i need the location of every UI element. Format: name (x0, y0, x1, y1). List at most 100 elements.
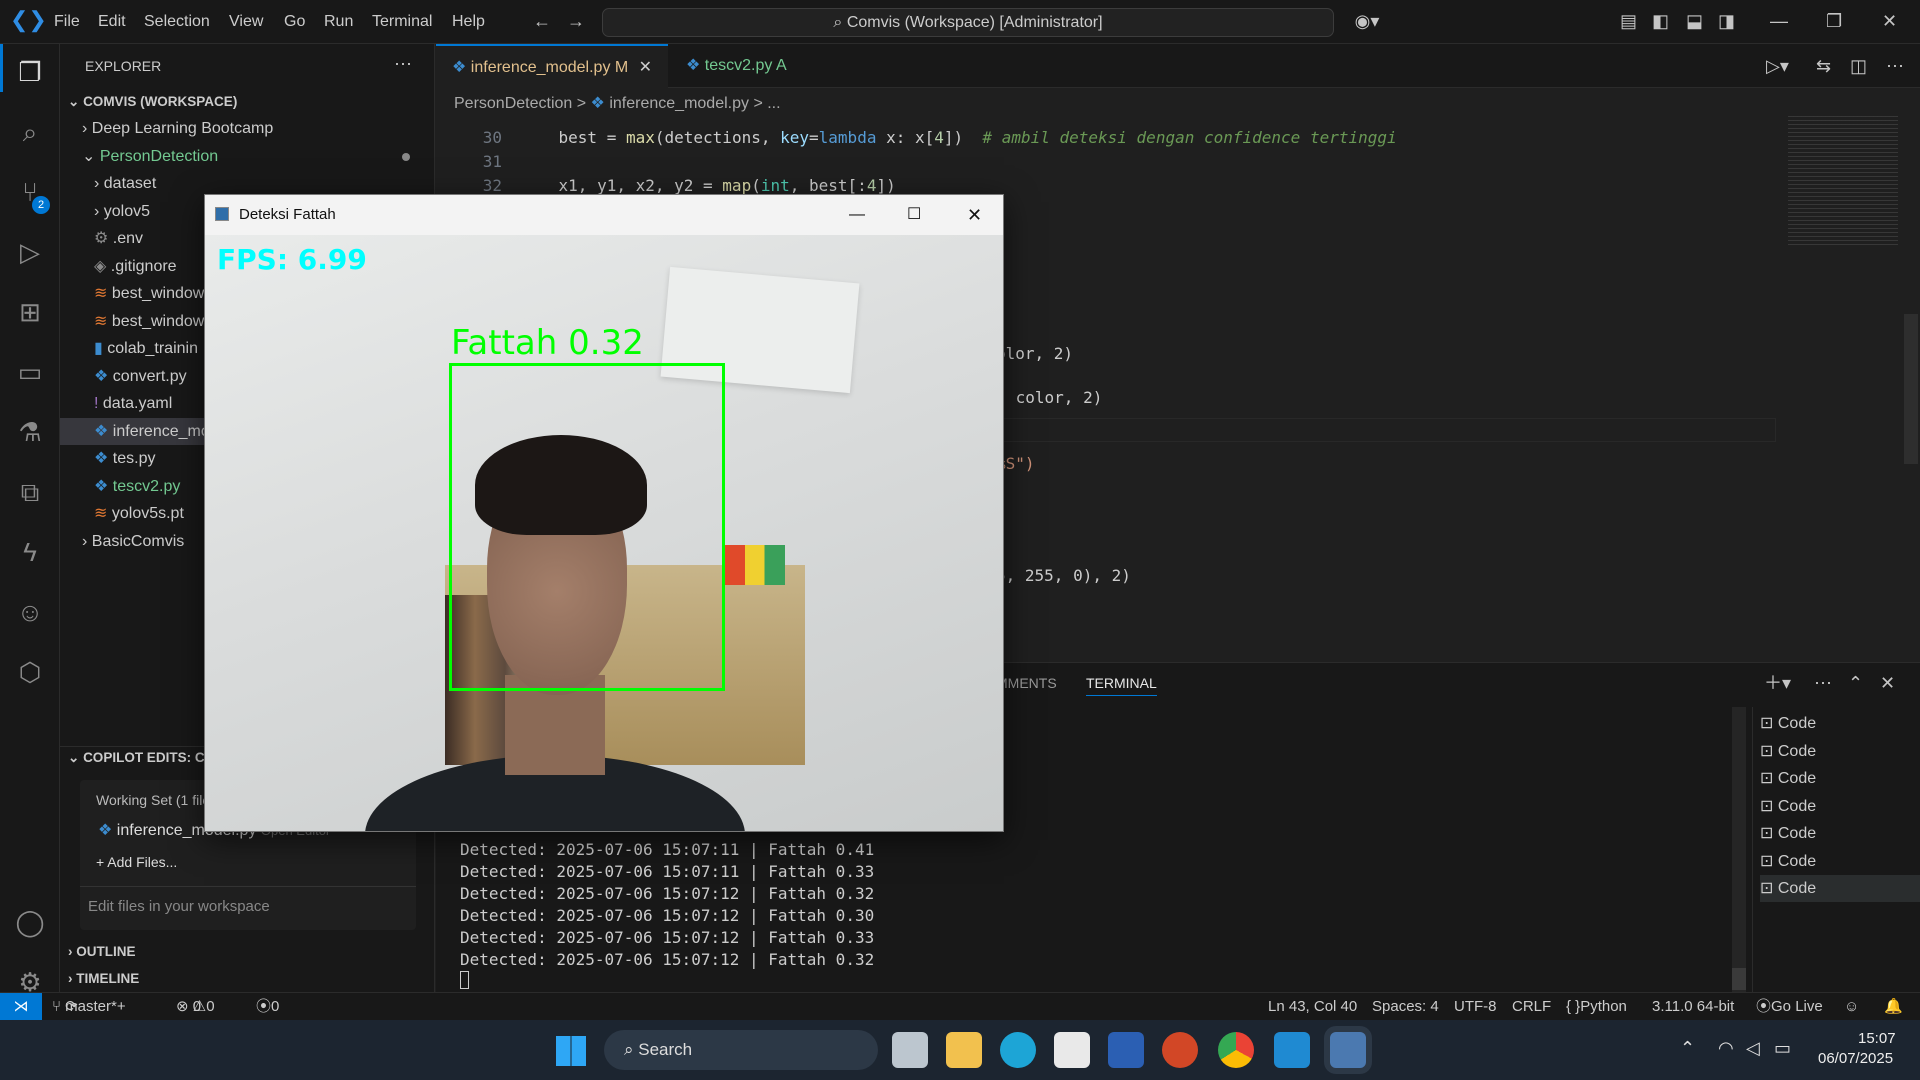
cv-title-bar[interactable]: Deteksi Fattah — ☐ ✕ (205, 195, 1003, 235)
volume-icon[interactable]: ◁ (1746, 1038, 1760, 1059)
run-debug-icon[interactable]: ▷ (10, 232, 50, 272)
edge-icon[interactable] (1000, 1032, 1036, 1068)
encoding[interactable]: UTF-8 (1454, 993, 1497, 1020)
editor-more-icon[interactable]: ⋯ (1886, 56, 1904, 76)
wifi-icon[interactable]: ◠ (1718, 1038, 1734, 1059)
notifications-icon[interactable]: 🔔 (1884, 993, 1903, 1020)
tab-inference-model[interactable]: ❖ inference_model.py M ✕ (436, 44, 668, 89)
terminal-instance[interactable]: ⊡ Code (1760, 848, 1920, 875)
remote-indicator[interactable]: ⋊ (0, 993, 42, 1020)
cv-minimize-icon[interactable]: — (849, 195, 865, 235)
opencv-window[interactable]: Deteksi Fattah — ☐ ✕ Fattah 0.32 FPS: 6.… (204, 194, 1004, 832)
menu-file[interactable]: File (54, 0, 80, 44)
command-center[interactable]: ⌕ Comvis (Workspace) [Administrator] (602, 8, 1334, 37)
battery-icon[interactable]: ▭ (1774, 1038, 1791, 1059)
more-actions-icon[interactable]: ⋯ (394, 54, 412, 74)
start-icon[interactable] (556, 1036, 586, 1066)
problems-indicator[interactable]: ⊗ 0 ⚠ 0 (176, 993, 215, 1020)
copilot-icon[interactable]: ◉▾ (1350, 11, 1384, 31)
menu-help[interactable]: Help (452, 0, 485, 44)
menu-run[interactable]: Run (324, 0, 353, 44)
tab-close-icon[interactable]: ✕ (639, 59, 652, 76)
python-taskbar-icon[interactable] (1330, 1032, 1366, 1068)
accounts-icon[interactable]: ◯ (10, 902, 50, 942)
terminal-cursor[interactable] (460, 971, 469, 989)
editor-scrollbar[interactable] (1904, 314, 1918, 464)
terminal-instance[interactable]: ⊡ Code (1760, 875, 1920, 902)
tree-item[interactable]: › Deep Learning Bootcamp (60, 115, 435, 142)
cursor-position[interactable]: Ln 43, Col 40 (1268, 993, 1357, 1020)
open-changes-icon[interactable]: ⇆ (1816, 56, 1831, 76)
binary-file-icon: ≋ (94, 505, 112, 522)
maximize-panel-icon[interactable]: ⌃ (1848, 673, 1863, 693)
taskbar-search[interactable]: ⌕ Search (604, 1030, 878, 1070)
tree-item[interactable]: › dataset (60, 170, 435, 197)
workspace-header[interactable]: ⌄ COMVIS (WORKSPACE) (60, 88, 435, 115)
edit-files-input[interactable]: Edit files in your workspace (88, 898, 270, 915)
thunder-client-icon[interactable]: ϟ (10, 532, 50, 572)
activity-bar: ❐ ⌕ ⑂ 2 ▷ ⊞ ▭ ⚗ ⧉ ϟ ☺ ⬡ ◯ ⚙ (0, 44, 60, 997)
run-python-icon[interactable]: ▷▾ (1766, 56, 1789, 76)
terminal-instance[interactable]: ⊡ Code (1760, 765, 1920, 792)
remote-explorer-icon[interactable]: ▭ (10, 352, 50, 392)
extensions-icon[interactable]: ⊞ (10, 292, 50, 332)
back-arrow-icon[interactable]: ← (532, 11, 552, 31)
clock-time[interactable]: 15:07 (1858, 1030, 1896, 1047)
panel-more-icon[interactable]: ⋯ (1814, 673, 1832, 693)
docker-icon[interactable]: ⧉ (10, 472, 50, 512)
tab-terminal[interactable]: TERMINAL (1086, 675, 1157, 696)
title-bar: ❮❯ File Edit Selection View Go Run Terminal Hel… (0, 0, 1920, 44)
cv-maximize-icon[interactable]: ☐ (907, 195, 921, 235)
minimize-icon[interactable]: — (1770, 11, 1788, 31)
toggle-secondary-sidebar-icon[interactable]: ◨ (1718, 11, 1735, 31)
menu-terminal[interactable]: Terminal (372, 0, 432, 44)
branch-indicator[interactable]: ⑂ master*+ ⟳ (52, 993, 126, 1020)
customize-layout-icon[interactable]: ▤ (1620, 11, 1637, 31)
terminal-scrollbar[interactable] (1732, 707, 1746, 993)
menu-view[interactable]: View (229, 0, 263, 44)
close-icon[interactable]: ✕ (1882, 11, 1897, 31)
eol[interactable]: CRLF (1512, 993, 1551, 1020)
word-icon[interactable] (1108, 1032, 1144, 1068)
testing-icon[interactable]: ⚗ (10, 412, 50, 452)
toggle-panel-icon[interactable]: ⬓ (1686, 11, 1703, 31)
explorer-icon[interactable]: ❐ (10, 52, 50, 92)
terminal-instance[interactable]: ⊡ Code (1760, 710, 1920, 737)
vscode-taskbar-icon[interactable] (1274, 1032, 1310, 1068)
indentation[interactable]: Spaces: 4 (1372, 993, 1439, 1020)
terminal-instance[interactable]: ⊡ Code (1760, 793, 1920, 820)
toggle-sidebar-icon[interactable]: ◧ (1652, 11, 1669, 31)
powerpoint-icon[interactable] (1162, 1032, 1198, 1068)
clock-date[interactable]: 06/07/2025 (1818, 1050, 1893, 1067)
go-live-button[interactable]: ⦿ Go Live (1756, 993, 1823, 1020)
outline-header[interactable]: › OUTLINE (60, 938, 435, 965)
store-icon[interactable] (1054, 1032, 1090, 1068)
cv-close-icon[interactable]: ✕ (967, 195, 982, 235)
forward-arrow-icon[interactable]: → (566, 11, 586, 31)
split-editor-icon[interactable]: ◫ (1850, 56, 1867, 76)
language-mode[interactable]: { } Python (1566, 993, 1627, 1020)
task-view-icon[interactable] (892, 1032, 928, 1068)
timeline-header[interactable]: › TIMELINE (60, 965, 435, 992)
search-icon[interactable]: ⌕ (10, 112, 50, 152)
menu-edit[interactable]: Edit (98, 0, 126, 44)
terminal-instance[interactable]: ⊡ Code (1760, 820, 1920, 847)
file-explorer-icon[interactable] (946, 1032, 982, 1068)
close-panel-icon[interactable]: ✕ (1880, 673, 1895, 693)
add-files-button[interactable]: + Add Files... (96, 854, 177, 870)
ports-indicator[interactable]: ⦿ 0 (256, 993, 279, 1020)
containers-icon[interactable]: ⬡ (10, 652, 50, 692)
restore-icon[interactable]: ❐ (1826, 11, 1842, 31)
tab-tescv2[interactable]: ❖ tescv2.py A (670, 44, 820, 88)
new-terminal-icon[interactable]: ＋▾ (1764, 673, 1791, 693)
terminal-instance[interactable]: ⊡ Code (1760, 738, 1920, 765)
tree-item[interactable]: ⌄ PersonDetection (60, 143, 435, 170)
copilot-status-icon[interactable]: ☺ (1844, 993, 1859, 1020)
menu-go[interactable]: Go (284, 0, 305, 44)
tray-chevron-icon[interactable]: ⌃ (1680, 1038, 1695, 1059)
python-interpreter[interactable]: 3.11.0 64-bit (1652, 993, 1734, 1020)
menu-selection[interactable]: Selection (144, 0, 210, 44)
copilot-chat-icon[interactable]: ☺ (10, 592, 50, 632)
tab-comments[interactable]: MMENTS (996, 675, 1057, 691)
chrome-icon[interactable] (1218, 1032, 1254, 1068)
